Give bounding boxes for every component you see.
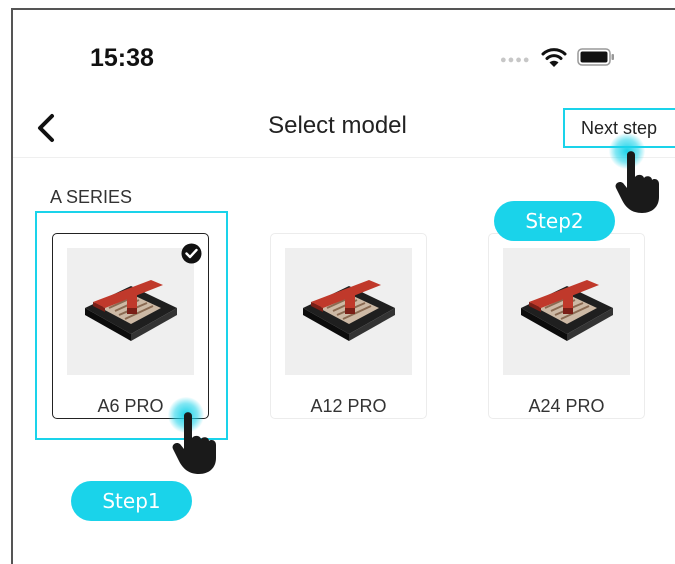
wifi-icon bbox=[541, 48, 567, 67]
series-label: A SERIES bbox=[50, 187, 133, 207]
battery-icon bbox=[576, 48, 614, 66]
model-image bbox=[503, 248, 630, 375]
model-card-a12-pro[interactable]: A12 PRO bbox=[270, 233, 427, 419]
laser-engraver-icon bbox=[85, 280, 177, 341]
model-image bbox=[67, 248, 194, 375]
nav-divider bbox=[13, 157, 675, 158]
model-name: A24 PRO bbox=[528, 396, 605, 416]
window-frame-left bbox=[11, 8, 13, 564]
pointing-hand-icon bbox=[172, 412, 216, 474]
step1-badge: Step1 bbox=[71, 481, 192, 521]
status-icons: ●●●● bbox=[500, 42, 615, 72]
model-name: A12 PRO bbox=[310, 396, 387, 416]
laser-engraver-icon bbox=[303, 280, 395, 341]
model-card-a24-pro[interactable]: A24 PRO bbox=[488, 233, 645, 419]
step2-badge: Step2 bbox=[494, 201, 615, 241]
laser-engraver-icon bbox=[521, 280, 613, 341]
selected-check-icon bbox=[181, 243, 202, 264]
status-time: 15:38 bbox=[90, 44, 154, 72]
signal-dots-icon: ●●●● bbox=[500, 54, 531, 66]
model-image bbox=[285, 248, 412, 375]
model-card-a6-pro[interactable]: A6 PRO bbox=[52, 233, 209, 419]
pointing-hand-icon bbox=[615, 151, 659, 213]
window-frame-top bbox=[11, 8, 675, 10]
